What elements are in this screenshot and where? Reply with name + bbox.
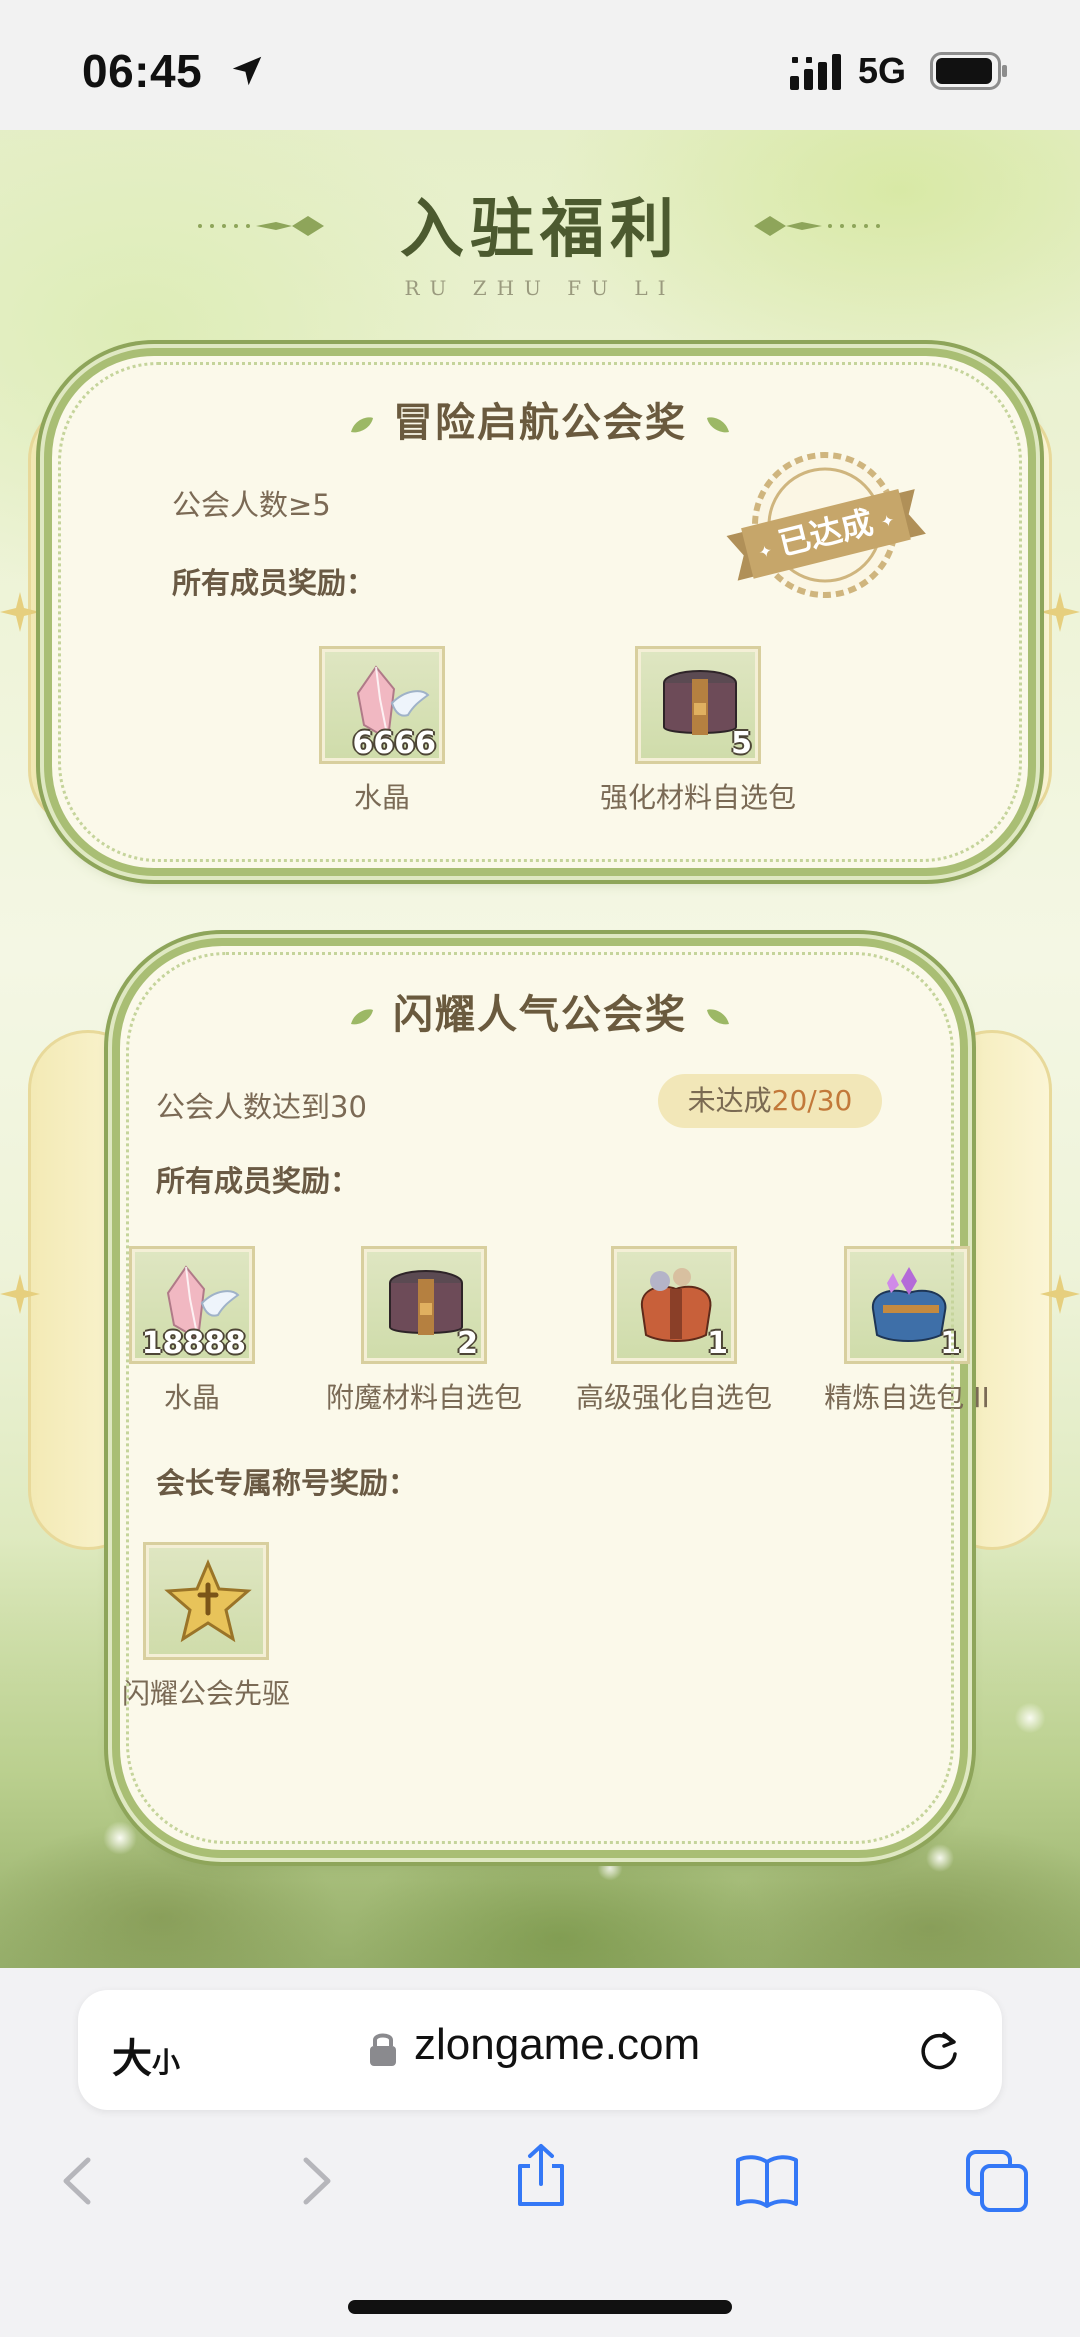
browser-bottom-bar: 大小 zlongame.com <box>0 1968 1080 2337</box>
network-label: 5G <box>858 50 907 91</box>
signal-bars-icon <box>790 54 841 90</box>
leader-rewards-label: 会长专属称号奖励： <box>156 1466 418 1500</box>
reward-name: 强化材料自选包 <box>599 781 796 814</box>
leaf-right-icon <box>707 1009 729 1025</box>
lock-icon <box>370 2033 396 2066</box>
reward-icon-box: 18888 <box>129 1246 255 1364</box>
reward-name: 闪耀公会先驱 <box>121 1677 290 1710</box>
bookmarks-icon[interactable] <box>734 2148 800 2214</box>
card-adventure-guild-award: 冒险启航公会奖 公会人数≥5 所有成员奖励： 已达成 ✦ ✦ 6666 水晶 5… <box>44 348 1036 876</box>
sparkle-left-icon <box>0 1274 40 1314</box>
reward-name: 附魔材料自选包 <box>325 1381 522 1414</box>
back-icon[interactable] <box>48 2148 114 2214</box>
battery-icon <box>930 52 1007 90</box>
reward-icon-box: 2 <box>361 1246 487 1364</box>
reward-icon-box: 5 <box>635 646 761 764</box>
web-page: 入驻福利 RU ZHU FU LI 冒险启航公会奖 公会人数≥5 所有成员奖励：… <box>0 130 1080 1968</box>
card1-condition: 公会人数≥5 <box>172 488 331 522</box>
reward-name: 水晶 <box>353 781 410 814</box>
reward-item[interactable]: 闪耀公会先驱 <box>106 1542 306 1712</box>
reload-icon[interactable] <box>916 2028 962 2074</box>
reward-item[interactable]: 2 附魔材料自选包 <box>314 1246 534 1416</box>
reward-item[interactable]: 6666 水晶 <box>282 646 482 816</box>
reward-name: 精炼自选包 II <box>824 1381 990 1414</box>
sparkle-right-icon <box>1040 592 1080 632</box>
reward-item[interactable]: 5 强化材料自选包 <box>598 646 798 816</box>
reward-icon-box: 1 <box>611 1246 737 1364</box>
forward-icon[interactable] <box>280 2148 346 2214</box>
page-header: 入驻福利 RU ZHU FU LI <box>0 178 1080 300</box>
leaf-right-icon <box>707 417 729 433</box>
reward-count: 6666 <box>352 726 437 761</box>
reward-icon-box <box>143 1542 269 1660</box>
status-bar: 06:45 5G <box>0 0 1080 130</box>
reward-name: 水晶 <box>163 1381 220 1414</box>
home-indicator <box>348 2300 732 2314</box>
sparkle-right-icon <box>1040 1274 1080 1314</box>
achieved-stamp: 已达成 ✦ ✦ <box>726 452 926 598</box>
card1-rewards-label: 所有成员奖励： <box>172 566 376 600</box>
tabs-icon[interactable] <box>964 2148 1030 2214</box>
sparkle-left-icon <box>0 592 40 632</box>
status-time: 06:45 <box>82 45 203 97</box>
reward-item[interactable]: 1 高级强化自选包 <box>564 1246 784 1416</box>
page-title: 入驻福利 <box>400 192 680 267</box>
address-bar[interactable]: 大小 zlongame.com <box>78 1990 1002 2110</box>
reward-icon-box: 1 <box>844 1246 970 1364</box>
card2-title: 闪耀人气公会奖 <box>120 982 960 1040</box>
reward-name: 高级强化自选包 <box>575 1381 772 1414</box>
reward-count: 18888 <box>141 1326 246 1361</box>
url-text[interactable]: zlongame.com <box>414 2020 700 2070</box>
status-label: 未达成 <box>687 1084 772 1117</box>
page-subtitle: RU ZHU FU LI <box>404 276 676 300</box>
status-progress: 20/30 <box>771 1084 853 1117</box>
leaf-left-icon <box>351 417 373 433</box>
reward-count: 2 <box>457 1326 478 1361</box>
location-arrow-icon <box>232 56 262 86</box>
leaf-left-icon <box>351 1009 373 1025</box>
card-shining-guild-award: 闪耀人气公会奖 公会人数达到30 未达成20/30 所有成员奖励： 18888 … <box>112 938 990 1858</box>
reward-icon-box: 6666 <box>319 646 445 764</box>
reward-count: 5 <box>731 726 752 761</box>
reward-count: 1 <box>707 1326 728 1361</box>
card2-condition: 公会人数达到30 <box>156 1090 367 1124</box>
reward-item[interactable]: 18888 水晶 <box>92 1246 292 1416</box>
card2-rewards-label: 所有成员奖励： <box>156 1164 360 1198</box>
reward-item[interactable]: 1 精炼自选包 II <box>802 1246 1012 1416</box>
card1-title: 冒险启航公会奖 <box>52 390 1028 448</box>
status-badge: 未达成20/30 <box>658 1074 882 1128</box>
text-size-button[interactable]: 大小 <box>112 2026 180 2084</box>
reward-count: 1 <box>940 1326 961 1361</box>
share-icon[interactable] <box>508 2142 574 2208</box>
star-title-icon <box>164 1559 252 1643</box>
